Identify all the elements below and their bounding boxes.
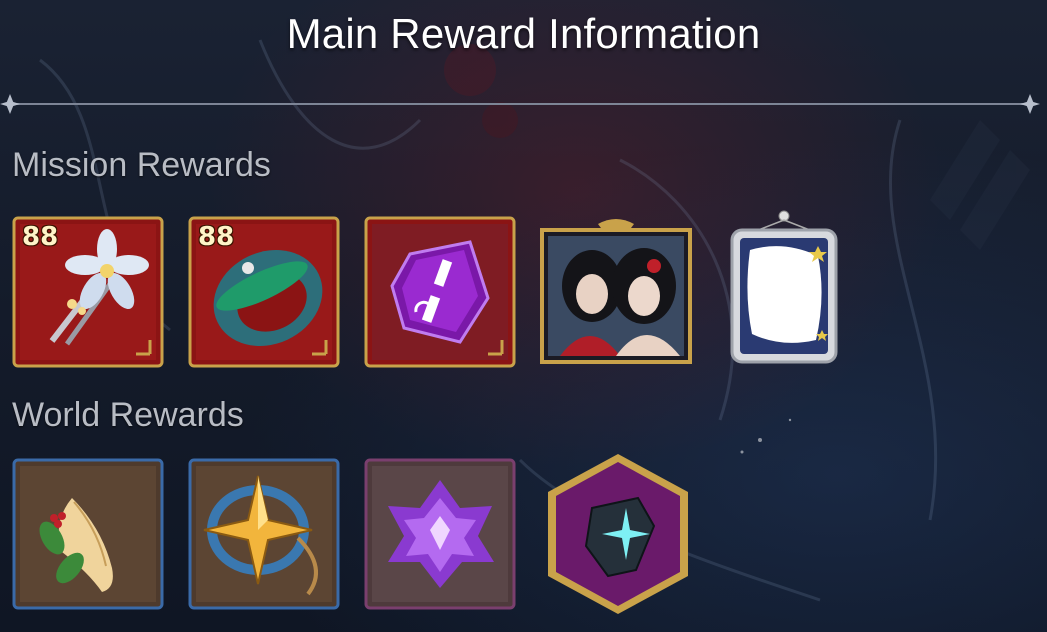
portrait-icon [540,219,692,364]
world-rewards-label: World Rewards [12,396,244,434]
reward-tile-flower-hairpin[interactable]: 88 [12,216,164,368]
reward-tile-dark-shard[interactable] [542,450,694,614]
reward-tile-jade-ring[interactable]: 88 [188,216,340,368]
title-divider [0,94,1040,114]
ginseng-icon [12,458,164,610]
star-compass-icon [188,458,340,610]
shard-icon [548,454,688,614]
frame-icon [730,210,838,364]
reward-tile-blank-frame[interactable] [726,210,878,364]
reward-tile-star-compass[interactable] [188,458,340,610]
quantity-badge: 88 [198,222,235,252]
mission-rewards-label: Mission Rewards [12,146,271,184]
quantity-badge: 88 [22,222,59,252]
reward-tile-character-portrait[interactable] [540,216,692,368]
rune-stone-icon [364,216,516,368]
reward-tile-crystal-cluster[interactable] [364,458,516,610]
page-title: Main Reward Information [286,10,761,57]
crystal-cluster-icon [364,458,516,610]
reward-tile-ginseng[interactable] [12,458,164,610]
reward-tile-rune-stone[interactable] [364,216,516,368]
